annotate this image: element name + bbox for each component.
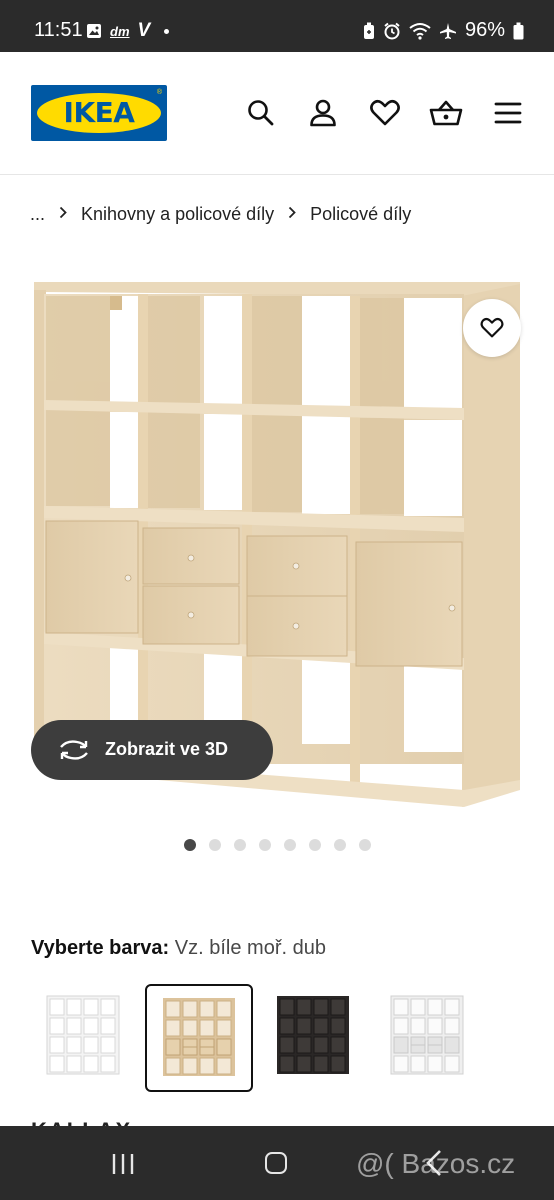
pagination-dot[interactable]	[359, 839, 371, 851]
chevron-right-icon	[59, 206, 67, 224]
battery-percent: 96%	[464, 19, 505, 41]
battery-icon	[513, 22, 524, 39]
status-bar: 11:51 dm V 96%	[0, 0, 554, 52]
view-in-3d-button[interactable]: Zobrazit ve 3D	[31, 720, 273, 780]
color-selection-line: Vyberte barva: Vz. bíle moř. dub	[31, 937, 326, 960]
status-left-icons: dm V	[86, 20, 170, 42]
image-icon	[87, 24, 101, 38]
pagination-dot[interactable]	[334, 839, 346, 851]
chevron-right-icon	[288, 206, 296, 224]
home-icon[interactable]	[265, 1152, 287, 1174]
battery-saver-icon	[363, 22, 374, 39]
rotate-3d-icon	[60, 740, 88, 760]
v-icon: V	[137, 20, 151, 41]
breadcrumb-item-bookcases[interactable]: Knihovny a policové díly	[81, 204, 274, 225]
ikea-logo[interactable]: IKEA ®	[31, 85, 167, 141]
pagination-dot[interactable]	[209, 839, 221, 851]
pagination-dot[interactable]	[234, 839, 246, 851]
pagination-dot[interactable]	[284, 839, 296, 851]
dm-icon: dm	[110, 23, 130, 39]
profile-icon[interactable]	[306, 96, 340, 130]
view-in-3d-label: Zobrazit ve 3D	[105, 739, 229, 759]
status-time: 11:51	[34, 19, 83, 41]
site-header: IKEA ®	[0, 52, 554, 175]
logo-registered-mark: ®	[156, 89, 162, 96]
add-to-favourites-button[interactable]	[463, 299, 521, 357]
image-pagination	[184, 839, 371, 851]
breadcrumb: ... Knihovny a policové díly Policové dí…	[30, 204, 411, 225]
alarm-icon	[384, 22, 400, 39]
watermark-text: @( Bazos.cz	[356, 1148, 516, 1179]
heart-icon	[480, 317, 504, 338]
breadcrumb-item-shelving-units[interactable]: Policové díly	[310, 204, 411, 225]
airplane-icon	[439, 22, 456, 39]
swatch-black-brown[interactable]	[261, 984, 365, 1088]
favourites-icon[interactable]	[368, 96, 402, 130]
menu-icon[interactable]	[491, 96, 525, 130]
search-icon[interactable]	[244, 96, 278, 130]
swatch-white-stained-oak[interactable]	[145, 984, 253, 1092]
swatch-white[interactable]	[31, 984, 135, 1088]
pagination-dot[interactable]	[184, 839, 196, 851]
dot-icon	[164, 28, 170, 34]
status-right-icons: 96%	[363, 19, 524, 42]
wifi-icon	[409, 22, 431, 40]
logo-text: IKEA	[63, 96, 135, 129]
pagination-dot[interactable]	[309, 839, 321, 851]
pagination-dot[interactable]	[259, 839, 271, 851]
basket-icon[interactable]	[429, 96, 463, 130]
color-label: Vyberte barva:	[31, 937, 170, 959]
swatch-white-grey[interactable]	[375, 984, 479, 1088]
color-value: Vz. bíle moř. dub	[174, 937, 326, 959]
recents-icon[interactable]	[111, 1152, 135, 1176]
color-swatches	[31, 984, 531, 1092]
breadcrumb-ellipsis[interactable]: ...	[30, 204, 45, 225]
